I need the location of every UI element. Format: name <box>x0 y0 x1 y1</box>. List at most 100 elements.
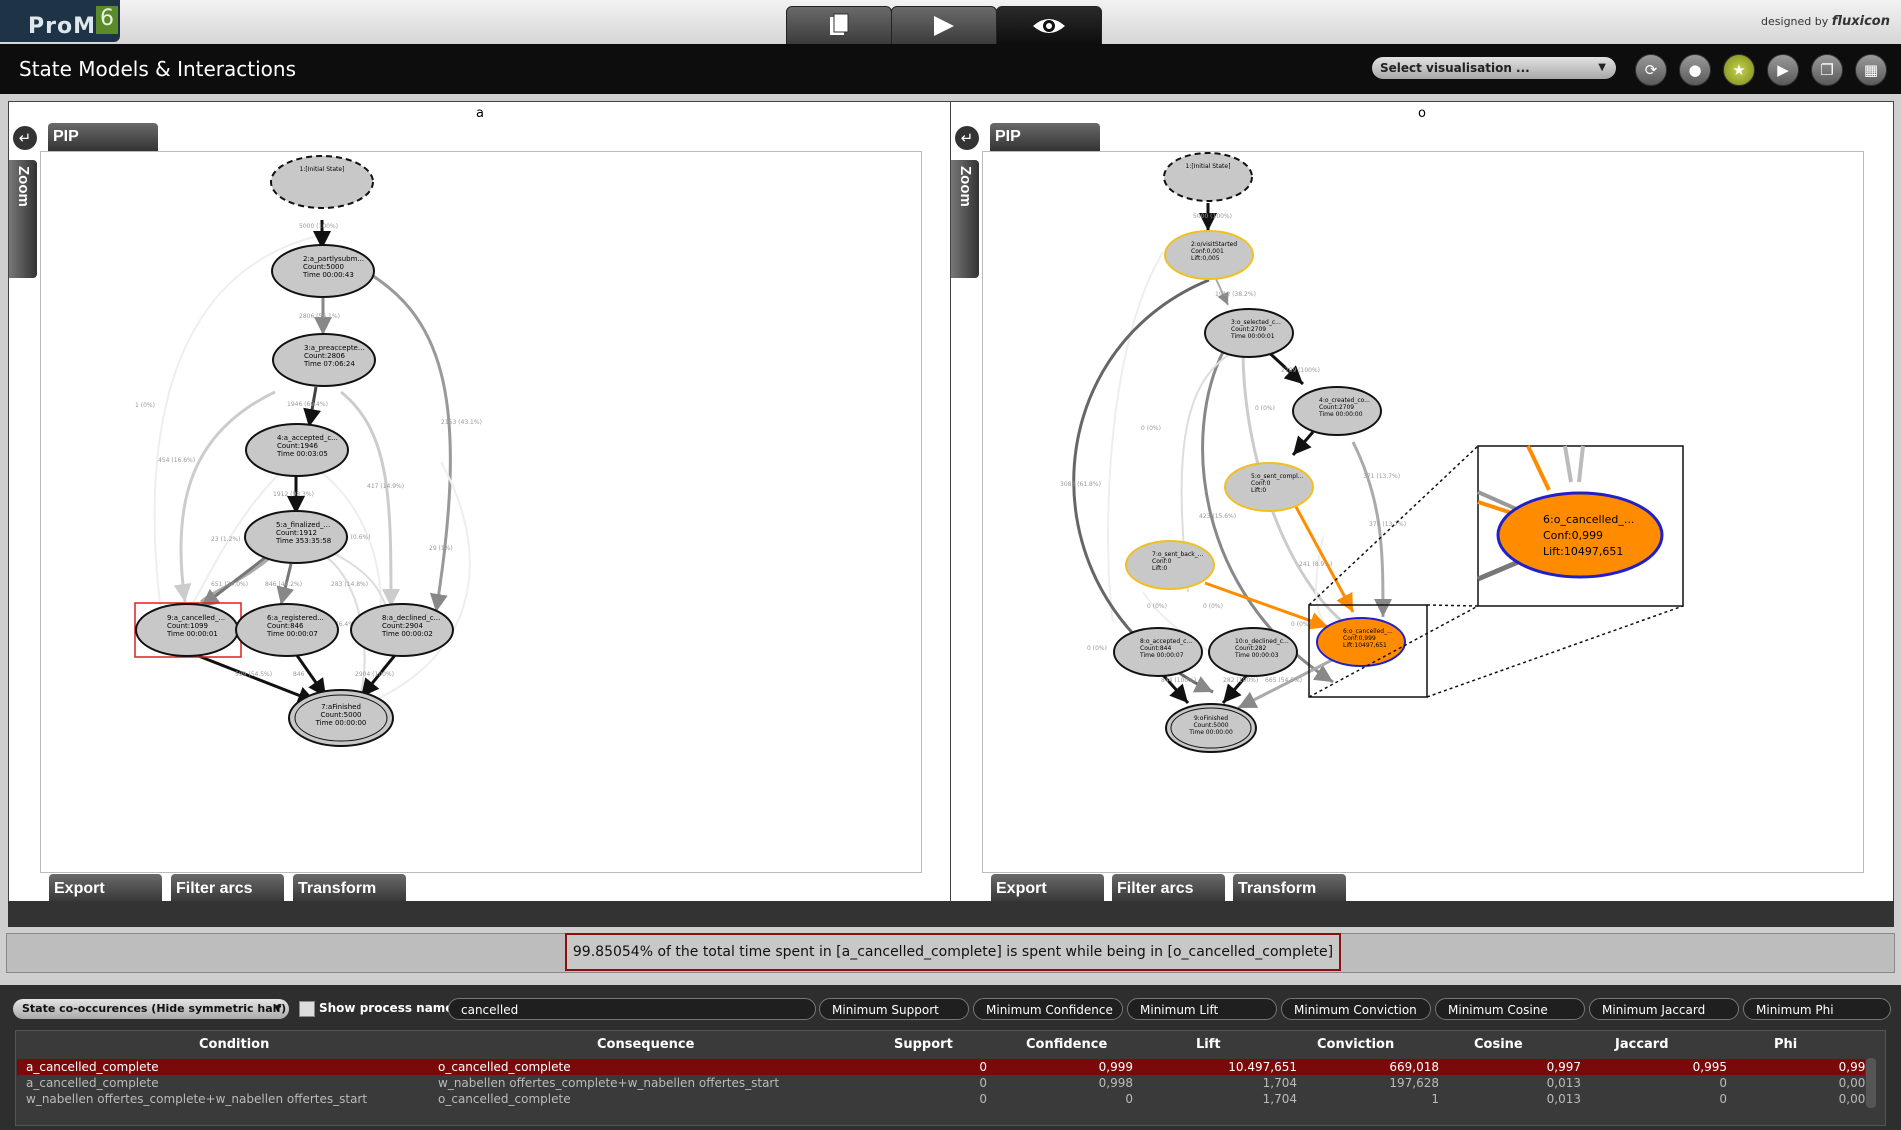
minimum-conviction-field[interactable]: Minimum Conviction <box>1281 998 1431 1020</box>
zoom-tab[interactable]: Zoom <box>9 160 37 278</box>
svg-text:1:[Initial State]: 1:[Initial State] <box>300 166 345 173</box>
favorite-button[interactable]: ★ <box>1723 54 1755 86</box>
visualisation-select[interactable]: Select visualisation ... ▼ <box>1372 57 1616 79</box>
eye-icon <box>1033 19 1065 33</box>
state-node[interactable]: 3:a_preaccepte... Count:2806 Time 07:06:… <box>272 333 376 387</box>
svg-text:Time 00:00:01: Time 00:00:01 <box>166 630 218 638</box>
column-header[interactable]: Lift <box>1196 1037 1221 1052</box>
column-header[interactable]: Conviction <box>1317 1037 1394 1052</box>
column-header[interactable]: Confidence <box>1026 1037 1107 1052</box>
state-node[interactable]: 10:o_declined_c... Count:282 Time 00:00:… <box>1208 627 1298 677</box>
column-header[interactable]: Condition <box>199 1037 269 1052</box>
filter-input[interactable]: cancelled <box>448 998 816 1020</box>
copy-button[interactable]: ❐ <box>1811 54 1843 86</box>
show-process-names-checkbox[interactable] <box>299 1001 315 1017</box>
svg-text:Time 00:00:02: Time 00:00:02 <box>381 630 433 638</box>
table-row[interactable]: a_cancelled_complete o_cancelled_complet… <box>17 1059 1873 1075</box>
svg-text:Count:2709: Count:2709 <box>1319 404 1354 411</box>
state-node-final[interactable]: 9:oFinished Count:5000 Time 00:00:00 <box>1165 703 1257 753</box>
svg-text:3:o_selected_c...: 3:o_selected_c... <box>1231 319 1281 326</box>
workspace-icon <box>830 13 849 35</box>
column-header[interactable]: Cosine <box>1474 1037 1523 1052</box>
edge-label: 371 (13.7%) <box>1363 473 1400 480</box>
filter-arcs-tab[interactable]: Filter arcs <box>171 874 284 904</box>
edge-label: 1912 (38.2%) <box>1215 291 1256 298</box>
workspace-button[interactable] <box>786 6 892 46</box>
state-node[interactable]: 5:a_finalized_... Count:1912 Time 353:35… <box>244 510 348 564</box>
state-node-highlighted[interactable]: 7:o_sent_back_... Conf:0 Lift:0 <box>1125 540 1215 590</box>
edge-label: 23 (1.2%) <box>211 536 240 543</box>
edge-label: 0 (0%) <box>1147 603 1167 610</box>
state-node[interactable]: 4:a_accepted_c... Count:1946 Time 00:03:… <box>245 423 349 477</box>
svg-text:Time 00:00:00: Time 00:00:00 <box>315 719 367 727</box>
svg-text:4:o_created_co...: 4:o_created_co... <box>1319 397 1370 404</box>
zoom-tab[interactable]: Zoom <box>951 160 979 278</box>
minimum-lift-field[interactable]: Minimum Lift <box>1127 998 1277 1020</box>
svg-text:5:o_sent_compl...: 5:o_sent_compl... <box>1251 473 1304 480</box>
refresh-button[interactable]: ⟳ <box>1635 54 1667 86</box>
right-graph-canvas[interactable]: 5000 (100%) 1912 (38.2%) 2709 (100%) 0 (… <box>982 151 1864 873</box>
state-node[interactable]: 2:a_partlysubm... Count:5000 Time 00:00:… <box>271 244 375 298</box>
play-icon: ▶ <box>1777 61 1789 79</box>
edge-label: 0 (0%) <box>1255 405 1275 412</box>
left-graph-canvas[interactable]: 5000 (100%) 2806 (56.1%) 1946 (69.4%) 19… <box>40 151 922 873</box>
edge-label: 599 (54.5%) <box>235 671 272 678</box>
svg-text:Conf:0,999: Conf:0,999 <box>1543 529 1603 542</box>
svg-text:Lift:0: Lift:0 <box>1251 487 1266 494</box>
edge-label: 3088 (61.8%) <box>1060 481 1101 488</box>
filter-arcs-tab[interactable]: Filter arcs <box>1112 874 1225 904</box>
export-tab[interactable]: Export <box>49 874 162 904</box>
drop-icon: ● <box>1688 61 1702 79</box>
edge-label: 665 (54.5%) <box>1265 677 1302 684</box>
right-state-graph: 5000 (100%) 1912 (38.2%) 2709 (100%) 0 (… <box>1060 152 1684 753</box>
state-node-initial[interactable]: 1:[Initial State] <box>270 155 374 209</box>
minimum-jaccard-field[interactable]: Minimum Jaccard <box>1589 998 1739 1020</box>
grid-button[interactable]: ▦ <box>1855 54 1887 86</box>
table-scrollbar[interactable] <box>1866 1058 1876 1108</box>
state-node[interactable]: 8:o_accepted_c... Count:844 Time 00:00:0… <box>1113 627 1203 677</box>
column-header[interactable]: Support <box>894 1037 953 1052</box>
pip-tab[interactable]: PIP <box>990 123 1100 151</box>
run-button[interactable] <box>891 6 997 46</box>
state-node-selected[interactable]: 9:a_cancelled_... Count:1099 Time 00:00:… <box>134 602 242 658</box>
svg-text:Time 00:00:43: Time 00:00:43 <box>302 271 354 279</box>
state-node-final[interactable]: 7:aFinished Count:5000 Time 00:00:00 <box>288 689 394 747</box>
minimum-confidence-field[interactable]: Minimum Confidence <box>973 998 1123 1020</box>
export-tab[interactable]: Export <box>991 874 1104 904</box>
minimum-support-field[interactable]: Minimum Support <box>819 998 969 1020</box>
state-node[interactable]: 8:a_declined_c... Count:2904 Time 00:00:… <box>350 603 454 657</box>
back-button[interactable]: ↵ <box>13 126 37 150</box>
play-action-button[interactable]: ▶ <box>1767 54 1799 86</box>
edge-label: 651 (34.0%) <box>211 581 248 588</box>
brand-credit: designed by fluxicon <box>1761 14 1890 29</box>
column-header[interactable]: Phi <box>1774 1037 1797 1052</box>
back-button[interactable]: ↵ <box>955 126 979 150</box>
drop-button[interactable]: ● <box>1679 54 1711 86</box>
state-node-selected[interactable]: 6:o_cancelled_... Conf:0,999 Lift:10497,… <box>1316 617 1406 667</box>
minimum-phi-field[interactable]: Minimum Phi <box>1743 998 1891 1020</box>
svg-text:Count:844: Count:844 <box>1140 645 1171 652</box>
transform-tab[interactable]: Transform <box>1233 874 1346 904</box>
state-node[interactable]: 4:o_created_co... Count:2709 Time 00:00:… <box>1292 386 1382 436</box>
state-node[interactable]: 6:a_registered... Count:846 Time 00:00:0… <box>235 603 339 657</box>
state-node-highlighted[interactable]: 5:o_sent_compl... Conf:0 Lift:0 <box>1224 462 1314 512</box>
edge-label: 5000 (100%) <box>1193 213 1232 220</box>
pip-tab[interactable]: PIP <box>48 123 158 151</box>
state-node[interactable]: 3:o_selected_c... Count:2709 Time 00:00:… <box>1204 308 1294 358</box>
cooccurrence-select[interactable]: State co-occurences (Hide symmetric half… <box>13 999 289 1019</box>
state-node-highlighted[interactable]: 2:o/visitStarted Conf:0,001 Lift:0,005 <box>1164 230 1254 280</box>
edge-label: 5000 (100%) <box>299 223 338 230</box>
svg-text:4:a_accepted_c...: 4:a_accepted_c... <box>277 434 338 442</box>
svg-text:Count:2904: Count:2904 <box>382 622 424 630</box>
state-node-initial[interactable]: 1:[Initial State] <box>1163 152 1253 202</box>
minimum-cosine-field[interactable]: Minimum Cosine <box>1435 998 1585 1020</box>
table-row[interactable]: w_nabellen offertes_complete+w_nabellen … <box>17 1091 1873 1107</box>
table-row[interactable]: a_cancelled_complete w_nabellen offertes… <box>17 1075 1873 1091</box>
svg-text:Count:1099: Count:1099 <box>167 622 208 630</box>
transform-tab[interactable]: Transform <box>293 874 406 904</box>
column-header[interactable]: Consequence <box>597 1037 694 1052</box>
column-header[interactable]: Jaccard <box>1615 1037 1669 1052</box>
svg-text:Conf:0: Conf:0 <box>1251 480 1271 487</box>
view-button[interactable] <box>996 6 1102 46</box>
edge-label: 282 (100%) <box>1223 677 1258 684</box>
